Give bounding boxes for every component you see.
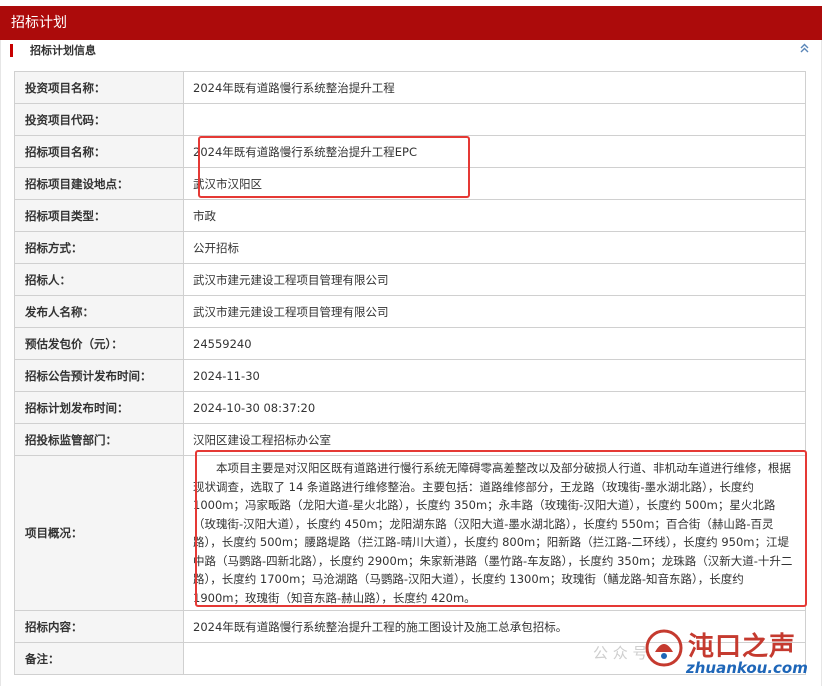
highlight-box-overview <box>195 450 807 607</box>
watermark-url: zhuankou.com <box>686 659 808 677</box>
row-value: 2024-11-30 <box>183 359 806 392</box>
table-row: 招标计划发布时间： 2024-10-30 08:37:20 <box>14 391 806 424</box>
watermark-brand: 沌口之声 <box>688 632 797 662</box>
watermark: 公 众 号 沌口之声 zhuankou.com <box>593 620 822 680</box>
row-value <box>183 103 806 136</box>
row-label: 招标方式： <box>14 231 184 264</box>
table-row: 投资项目代码： <box>14 103 806 136</box>
row-value: 24559240 <box>183 327 806 360</box>
row-label: 招标项目类型： <box>14 199 184 232</box>
row-label: 备注： <box>14 642 184 675</box>
row-value: 市政 <box>183 199 806 232</box>
page-header: 招标计划 <box>0 6 822 40</box>
row-label: 预估发包价（元）： <box>14 327 184 360</box>
section-title: 招标计划信息 <box>30 44 96 57</box>
page-title: 招标计划 <box>11 15 67 31</box>
row-label: 招标内容： <box>14 610 184 643</box>
row-value: 2024年既有道路慢行系统整治提升工程 <box>183 71 806 104</box>
table-row: 预估发包价（元）： 24559240 <box>14 327 806 360</box>
watermark-faint-text: 公 众 号 <box>593 644 648 662</box>
highlight-box-project-name <box>198 136 470 198</box>
row-label: 招标人： <box>14 263 184 296</box>
row-label: 投资项目代码： <box>14 103 184 136</box>
row-value: 2024-10-30 08:37:20 <box>183 391 806 424</box>
row-label: 招标项目建设地点： <box>14 167 184 200</box>
table-row: 招标人： 武汉市建元建设工程项目管理有限公司 <box>14 263 806 296</box>
table-row: 招标项目类型： 市政 <box>14 199 806 232</box>
wechat-logo-icon <box>644 628 684 672</box>
table-row: 投资项目名称： 2024年既有道路慢行系统整治提升工程 <box>14 71 806 104</box>
row-value: 武汉市建元建设工程项目管理有限公司 <box>183 295 806 328</box>
row-label: 招标项目名称： <box>14 135 184 168</box>
section-header: 招标计划信息 <box>0 40 822 62</box>
row-label: 发布人名称： <box>14 295 184 328</box>
row-value: 公开招标 <box>183 231 806 264</box>
chevron-up-double-icon[interactable] <box>800 42 809 56</box>
row-label: 招投标监管部门： <box>14 423 184 456</box>
table-row: 招标公告预计发布时间： 2024-11-30 <box>14 359 806 392</box>
row-label: 项目概况： <box>14 455 184 611</box>
row-label: 投资项目名称： <box>14 71 184 104</box>
table-row: 发布人名称： 武汉市建元建设工程项目管理有限公司 <box>14 295 806 328</box>
row-value: 武汉市建元建设工程项目管理有限公司 <box>183 263 806 296</box>
row-label: 招标公告预计发布时间： <box>14 359 184 392</box>
section-accent-bar <box>10 44 13 57</box>
row-label: 招标计划发布时间： <box>14 391 184 424</box>
table-row: 招标方式： 公开招标 <box>14 231 806 264</box>
